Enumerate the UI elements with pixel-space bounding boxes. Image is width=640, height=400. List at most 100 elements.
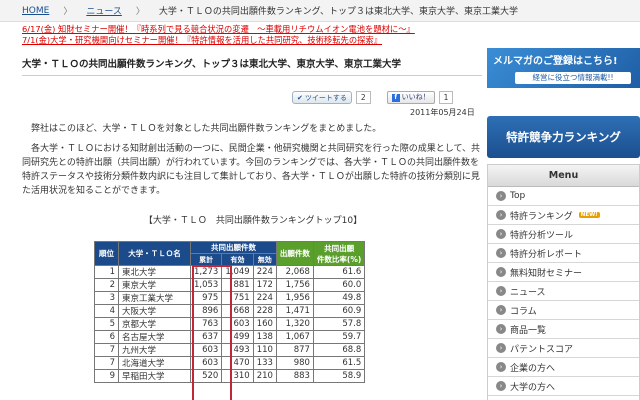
- tweet-button[interactable]: ✔ ツイートする: [292, 91, 352, 104]
- menu-item[interactable]: › 特許分析レポート: [488, 244, 639, 263]
- menu-item-label: パテントスコア: [510, 344, 574, 355]
- cell-valid: 499: [221, 330, 254, 345]
- menu-item-label: 特許分析ツール: [510, 230, 574, 241]
- cell-valid: 470: [221, 356, 254, 371]
- chevron-right-icon: ›: [496, 343, 506, 353]
- menu-item[interactable]: › 企業の方へ: [488, 358, 639, 377]
- cell-total: 520: [189, 369, 223, 384]
- ranking-table: 順位 大学・ＴＬＯ名 共同出願件数 出願件数 共同出願 件数比率(%) 累計 有効…: [94, 240, 366, 384]
- menu-item-label: 特許分析レポート: [510, 249, 583, 260]
- header-valid: 有効: [221, 253, 254, 267]
- cell-rank: 7: [94, 343, 119, 358]
- cell-rank: 6: [94, 330, 119, 345]
- menu-item-label: コラム: [510, 306, 537, 317]
- table-row: 7 九州大学 603 493 110 877 68.8: [94, 343, 366, 358]
- cell-total: 975: [189, 291, 223, 306]
- table-row: 3 東京工業大学 975 751 224 1,956 49.8: [94, 291, 366, 306]
- cell-ratio: 58.9: [312, 369, 366, 384]
- cell-apps: 1,471: [275, 304, 314, 319]
- header-ratio: 共同出願 件数比率(%): [312, 240, 366, 267]
- menu-item-label: ニュース: [510, 287, 546, 298]
- header-joint: 共同出願件数: [190, 240, 277, 255]
- cell-valid: 668: [221, 304, 254, 319]
- menu-item[interactable]: › Top: [488, 187, 639, 206]
- newsletter-banner[interactable]: メルマガのご登録はこちら! 経営に役立つ情報満載!!: [487, 48, 640, 88]
- cell-invalid: 210: [252, 369, 277, 384]
- menu-item[interactable]: › 特許ランキング NEW!: [488, 206, 639, 225]
- cell-rank: 5: [94, 317, 119, 332]
- cell-name: 早稲田大学: [118, 369, 191, 384]
- header-invalid: 無効: [252, 253, 277, 267]
- breadcrumb-news-link[interactable]: ニュース: [86, 4, 122, 17]
- cell-ratio: 57.8: [312, 317, 366, 332]
- menu-item[interactable]: › 特許分析ツール: [488, 225, 639, 244]
- cell-apps: 1,067: [275, 330, 314, 345]
- menu-item-label: 大学の方へ: [510, 382, 556, 393]
- cell-total: 1,053: [189, 278, 223, 293]
- facebook-icon: f: [391, 93, 400, 102]
- like-button[interactable]: f いいね！: [386, 91, 435, 104]
- cell-invalid: 160: [252, 317, 277, 332]
- menu-item[interactable]: › コラム: [488, 301, 639, 320]
- chevron-right-icon: ›: [496, 305, 506, 315]
- cell-invalid: 224: [252, 291, 277, 306]
- cell-name: 東京工業大学: [118, 291, 191, 306]
- notice-link[interactable]: 7/1(金)大学・研究機関向けセミナー開催！『特許情報を活用した共同研究、技術移…: [22, 35, 462, 46]
- article-body: 弊社はこのほど、大学・ＴＬＯを対象とした共同出願件数ランキングをまとめました。 …: [22, 122, 484, 204]
- ranking-banner[interactable]: 特許競争力ランキング: [487, 116, 640, 158]
- cell-valid: 603: [221, 317, 254, 332]
- like-count: 1: [438, 91, 454, 104]
- cell-invalid: 228: [252, 304, 277, 319]
- cell-name: 大阪大学: [118, 304, 191, 319]
- cell-rank: 1: [94, 265, 119, 280]
- cell-valid: 1,049: [221, 265, 254, 280]
- cell-ratio: 61.6: [312, 265, 366, 280]
- article-title: 大学・ＴＬＯの共同出願件数ランキング、トップ３は東北大学、東京大学、東京工業大学: [22, 56, 482, 76]
- cell-rank: 4: [94, 304, 119, 319]
- paragraph: 弊社はこのほど、大学・ＴＬＯを対象とした共同出願件数ランキングをまとめました。: [31, 124, 382, 134]
- menu-item-label: 特許ランキング: [510, 211, 573, 222]
- chevron-right-icon: ›: [496, 267, 506, 277]
- cell-invalid: 110: [252, 343, 277, 358]
- menu-item[interactable]: › 無料知財セミナー: [488, 263, 639, 282]
- table-row: 5 京都大学 763 603 160 1,320 57.8: [94, 317, 366, 332]
- cell-ratio: 60.0: [312, 278, 366, 293]
- menu-item[interactable]: › 大学の方へ: [488, 377, 639, 396]
- chevron-right-icon: ›: [496, 324, 506, 334]
- menu-item-label: 無料知財セミナー: [510, 268, 583, 279]
- chevron-right-icon: ›: [496, 362, 506, 372]
- cell-valid: 493: [221, 343, 254, 358]
- chevron-right-icon: ›: [496, 286, 506, 296]
- publish-date: 2011年05月24日: [410, 108, 475, 117]
- sidebar-menu: Menu › Top › 特許ランキング NEW! › 特許分析ツール › 特許分析レポート › 無…: [487, 164, 640, 400]
- cell-total: 763: [189, 317, 223, 332]
- notice-link[interactable]: 6/17(金) 知財セミナー開催！『時系列で見る競合状況の変遷 ～車載用リチウム…: [22, 24, 462, 35]
- breadcrumb-separator-icon: 〉: [135, 7, 145, 17]
- chevron-right-icon: ›: [496, 210, 506, 220]
- chevron-right-icon: ›: [496, 191, 506, 201]
- cell-valid: 751: [221, 291, 254, 306]
- tweet-count: 2: [355, 91, 371, 104]
- cell-valid: 310: [221, 369, 254, 384]
- cell-ratio: 59.7: [312, 330, 366, 345]
- menu-item-label: Top: [510, 191, 526, 201]
- notice-list: 6/17(金) 知財セミナー開催！『時系列で見る競合状況の変遷 ～車載用リチウム…: [22, 24, 462, 46]
- menu-item[interactable]: › 商品一覧: [488, 320, 639, 339]
- cell-ratio: 49.8: [312, 291, 366, 306]
- cell-valid: 881: [221, 278, 254, 293]
- menu-item[interactable]: › ニュース: [488, 282, 639, 301]
- cell-invalid: 172: [252, 278, 277, 293]
- menu-item[interactable]: › パテントスコア: [488, 339, 639, 358]
- breadcrumb-separator-icon: 〉: [63, 7, 73, 17]
- chevron-right-icon: ›: [496, 229, 506, 239]
- cell-apps: 1,756: [275, 278, 314, 293]
- breadcrumb-current: 大学・ＴＬＯの共同出願件数ランキング、トップ３は東北大学、東京大学、東京工業大学: [158, 7, 519, 17]
- table-row: 7 北海道大学 603 470 133 980 61.5: [94, 356, 366, 371]
- new-badge: NEW!: [578, 212, 600, 218]
- cell-invalid: 138: [252, 330, 277, 345]
- cell-invalid: 133: [252, 356, 277, 371]
- header-apps: 出願件数: [275, 240, 314, 267]
- menu-item[interactable]: ›金融機関の方へ: [488, 396, 639, 400]
- breadcrumb-home-link[interactable]: HOME: [22, 6, 49, 16]
- cell-ratio: 68.8: [312, 343, 366, 358]
